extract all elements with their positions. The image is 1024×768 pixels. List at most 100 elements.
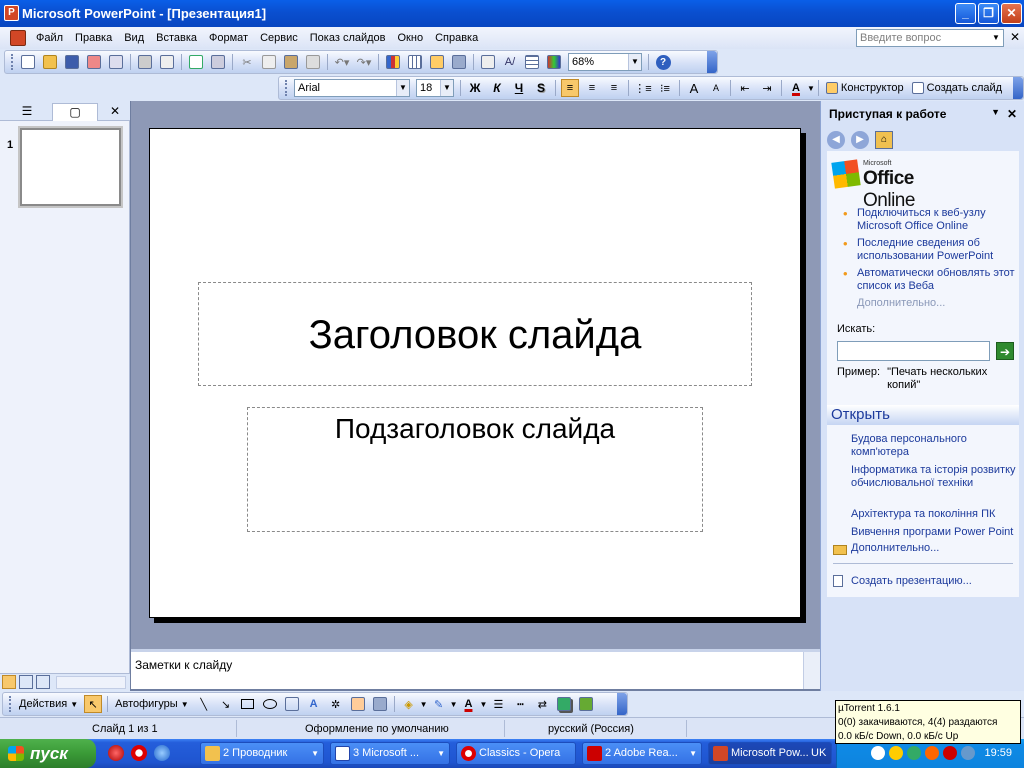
recent-file-1[interactable]: Будова персонального комп'ютера — [851, 433, 1017, 459]
permission-icon[interactable] — [85, 53, 103, 71]
paste-icon[interactable] — [282, 53, 300, 71]
document-close-icon[interactable]: ✕ — [1010, 30, 1020, 44]
volume-icon[interactable] — [961, 746, 975, 760]
slide-title-placeholder[interactable]: Заголовок слайда — [198, 282, 752, 386]
bullets-icon[interactable]: ⁝≡ — [656, 79, 674, 97]
slide-sorter-icon[interactable] — [19, 675, 33, 689]
menu-edit[interactable]: Правка — [69, 27, 118, 49]
align-right-icon[interactable]: ≡ — [605, 79, 623, 97]
line-icon[interactable]: ╲ — [195, 695, 213, 713]
close-button[interactable]: ✕ — [1001, 3, 1022, 24]
dash-style-icon[interactable]: ┅ — [511, 695, 529, 713]
cut-icon[interactable]: ✂ — [238, 53, 256, 71]
actions-menu[interactable]: Действия ▼ — [15, 698, 82, 710]
document-icon[interactable] — [10, 30, 26, 46]
insert-picture-icon[interactable] — [450, 53, 468, 71]
menu-slideshow[interactable]: Показ слайдов — [304, 27, 392, 49]
link-connect-office-online[interactable]: • Подключиться к веб-узлу Microsoft Offic… — [835, 207, 1015, 233]
toolbar-options-icon[interactable] — [707, 51, 717, 73]
language-indicator[interactable]: UK — [811, 739, 835, 768]
task-pane-close-icon[interactable]: ✕ — [1007, 107, 1017, 121]
grid-icon[interactable] — [523, 53, 541, 71]
insert-diagram-icon[interactable] — [428, 53, 446, 71]
zoom-select[interactable]: 68% ▼ — [568, 53, 642, 71]
show-formatting-icon[interactable]: A/ — [501, 53, 519, 71]
menu-window[interactable]: Окно — [392, 27, 430, 49]
forward-icon[interactable]: ▶ — [851, 131, 869, 149]
numbering-icon[interactable]: ⋮≡ — [634, 79, 652, 97]
fill-color-icon[interactable]: ◈ — [400, 695, 418, 713]
tab-slides[interactable]: ▢ — [52, 103, 98, 121]
open-folder-icon[interactable] — [41, 53, 59, 71]
start-button[interactable]: пуск — [0, 739, 96, 768]
tab-outline[interactable]: ☰ — [4, 103, 50, 121]
toolbar-grip[interactable] — [9, 696, 12, 712]
insert-chart-icon[interactable] — [384, 53, 402, 71]
increase-indent-icon[interactable]: ⇥ — [758, 79, 776, 97]
help-question-input[interactable]: Введите вопрос ▼ — [856, 29, 1004, 47]
quicklaunch-icon[interactable] — [108, 745, 124, 761]
new-doc-icon[interactable] — [19, 53, 37, 71]
recent-file-3[interactable]: Архітектура та покоління ПК — [851, 508, 1017, 521]
3d-style-icon[interactable] — [577, 695, 595, 713]
chevron-down-icon[interactable]: ▼ — [989, 30, 1003, 46]
shadow-style-icon[interactable] — [555, 695, 573, 713]
create-presentation-link[interactable]: Создать презентацию... — [851, 575, 1017, 588]
task-adobe-reader[interactable]: 2 Adobe Rea... ▼ — [582, 742, 702, 765]
menu-insert[interactable]: Вставка — [150, 27, 203, 49]
utorrent-icon[interactable] — [907, 746, 921, 760]
print-preview-icon[interactable] — [158, 53, 176, 71]
opera-icon[interactable] — [131, 745, 147, 761]
italic-button[interactable]: К — [488, 79, 506, 97]
toolbar-options-icon[interactable] — [617, 693, 627, 715]
chevron-down-icon[interactable]: ▼ — [396, 80, 409, 96]
new-slide-button[interactable]: Создать слайд — [908, 82, 1006, 94]
font-color-icon[interactable]: A — [787, 79, 805, 97]
save-icon[interactable] — [63, 53, 81, 71]
slide-thumbnail[interactable] — [18, 126, 123, 208]
close-pane-icon[interactable]: ✕ — [106, 103, 124, 121]
horizontal-scrollbar[interactable] — [56, 676, 126, 689]
copy-icon[interactable] — [260, 53, 278, 71]
spelling-icon[interactable] — [187, 53, 205, 71]
textbox-icon[interactable] — [283, 695, 301, 713]
line-style-icon[interactable]: ☰ — [489, 695, 507, 713]
autoshapes-menu[interactable]: Автофигуры ▼ — [111, 698, 193, 710]
home-icon[interactable]: ⌂ — [875, 131, 893, 149]
back-icon[interactable]: ◀ — [827, 131, 845, 149]
menu-file[interactable]: Файл — [30, 27, 69, 49]
arrow-icon[interactable]: ↘ — [217, 695, 235, 713]
research-icon[interactable] — [209, 53, 227, 71]
line-color-icon[interactable]: ✎ — [430, 695, 448, 713]
menu-format[interactable]: Формат — [203, 27, 254, 49]
color-grayscale-icon[interactable] — [545, 53, 563, 71]
insert-table-icon[interactable] — [406, 53, 424, 71]
tray-icon-4[interactable] — [925, 746, 939, 760]
font-size-select[interactable]: 18 ▼ — [416, 79, 454, 97]
chevron-down-icon[interactable]: ▼ — [440, 80, 453, 96]
rectangle-icon[interactable] — [239, 695, 257, 713]
slide-subtitle-placeholder[interactable]: Подзаголовок слайда — [247, 407, 703, 532]
tray-icon-1[interactable] — [871, 746, 885, 760]
recent-file-2[interactable]: Інформатика та історія розвитку обчислюв… — [851, 464, 1017, 490]
toolbar-grip[interactable] — [11, 54, 14, 70]
more-files-link[interactable]: Дополнительно... — [851, 542, 1017, 555]
search-input[interactable] — [837, 341, 990, 361]
picture-icon[interactable] — [371, 695, 389, 713]
toolbar-options-icon[interactable] — [1013, 77, 1023, 99]
link-auto-update[interactable]: • Автоматически обновлять этот список из … — [835, 267, 1015, 293]
powerpoint-app-icon[interactable]: P — [4, 5, 19, 21]
chevron-down-icon[interactable]: ▼ — [807, 84, 815, 93]
clipart-icon[interactable] — [349, 695, 367, 713]
tray-icon-5[interactable] — [943, 746, 957, 760]
help-icon[interactable]: ? — [654, 53, 672, 71]
internet-explorer-icon[interactable] — [154, 745, 170, 761]
menu-view[interactable]: Вид — [118, 27, 150, 49]
arrow-style-icon[interactable]: ⇄ — [533, 695, 551, 713]
undo-icon[interactable]: ↶▾ — [333, 53, 351, 71]
wordart-icon[interactable]: A — [305, 695, 323, 713]
font-select[interactable]: Arial ▼ — [294, 79, 410, 97]
expand-icon[interactable] — [479, 53, 497, 71]
select-pointer-icon[interactable]: ↖ — [84, 695, 103, 713]
designer-button[interactable]: Конструктор — [822, 82, 908, 94]
